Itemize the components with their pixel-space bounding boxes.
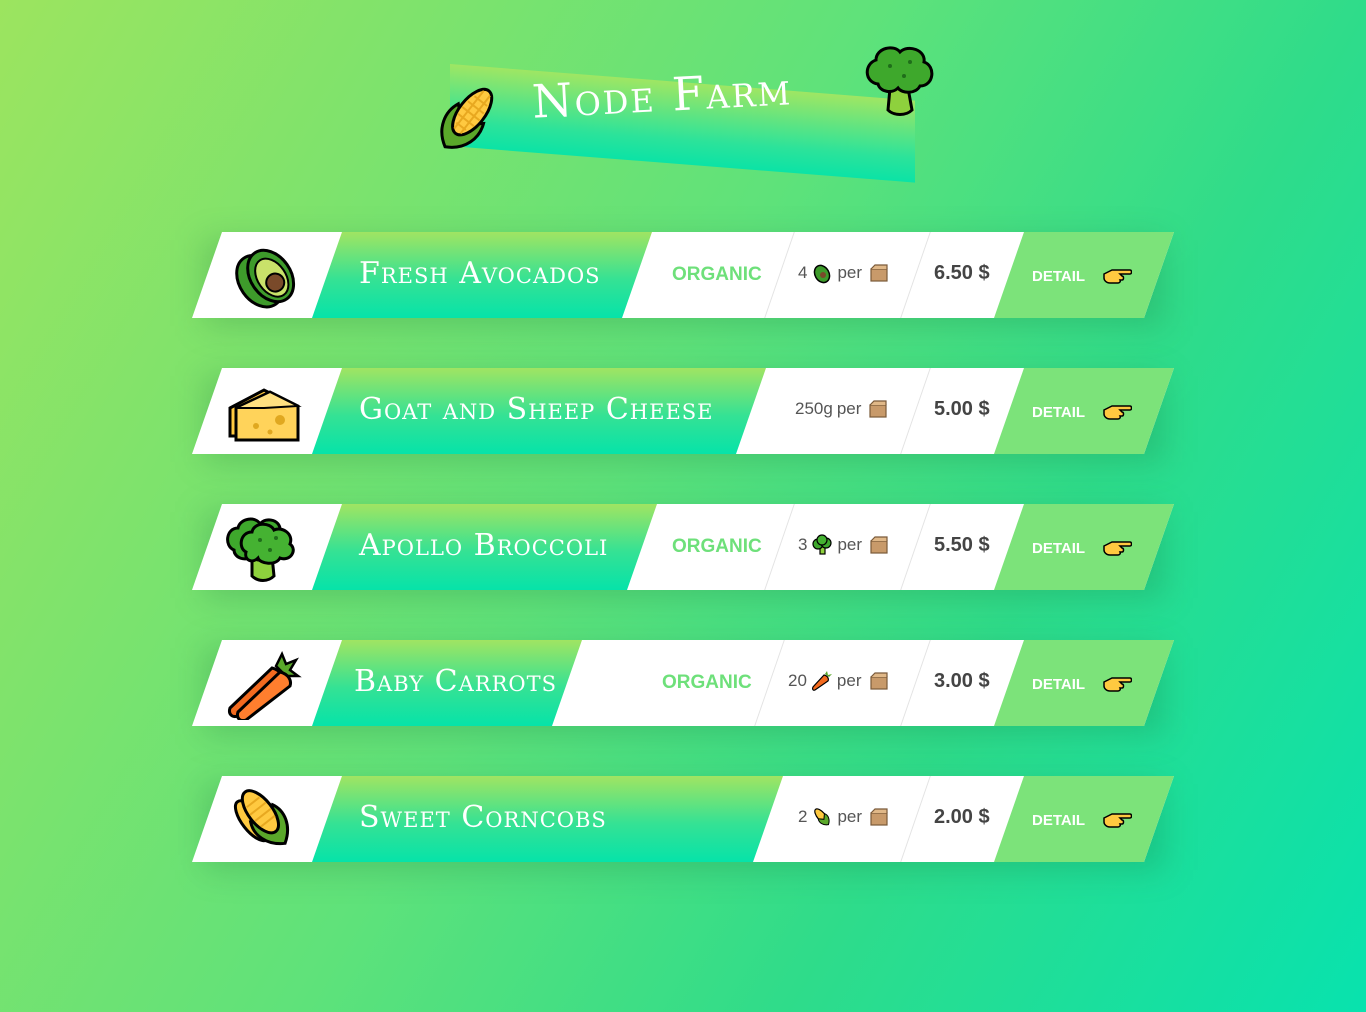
quantity-value: 4 bbox=[798, 263, 808, 282]
price: 2.00 $ bbox=[934, 806, 990, 828]
detail-button[interactable]: DETAIL bbox=[994, 232, 1174, 318]
quantity: 4 per bbox=[798, 262, 890, 284]
broccoli-icon bbox=[226, 517, 295, 582]
per-label: per bbox=[837, 807, 863, 826]
pointing-hand-icon bbox=[1103, 405, 1132, 420]
pointing-hand-icon bbox=[1103, 541, 1132, 556]
quantity-value: 20 bbox=[788, 671, 807, 690]
avocado-icon bbox=[235, 248, 296, 309]
box-icon bbox=[870, 536, 888, 554]
pointing-hand-icon bbox=[1103, 269, 1132, 284]
quantity: 2 per bbox=[798, 806, 890, 828]
box-icon bbox=[869, 672, 888, 690]
product-card: Baby Carrots ORGANIC 20 per 3.00 $ DETAI… bbox=[192, 640, 1174, 734]
quantity-value: 250g bbox=[795, 399, 833, 418]
detail-button[interactable]: DETAIL bbox=[994, 368, 1174, 454]
corn-icon bbox=[440, 87, 494, 149]
pointing-hand-icon bbox=[1103, 677, 1132, 692]
broccoli-icon bbox=[812, 534, 833, 555]
per-label: per bbox=[837, 535, 863, 554]
detail-button[interactable]: DETAIL bbox=[994, 640, 1174, 726]
product-card: Fresh Avocados ORGANIC 4 per 6.50 $ DETA… bbox=[192, 232, 1174, 326]
product-card: Apollo Broccoli ORGANIC 3 per 5.50 $ DET… bbox=[192, 504, 1174, 598]
detail-label: DETAIL bbox=[1032, 268, 1086, 285]
product-name: Apollo Broccoli bbox=[359, 528, 609, 563]
organic-badge: ORGANIC bbox=[662, 672, 752, 693]
detail-label: DETAIL bbox=[1032, 404, 1086, 421]
per-label: per bbox=[836, 671, 862, 690]
price: 5.00 $ bbox=[934, 398, 990, 420]
product-name: Goat and Sheep Cheese bbox=[359, 392, 714, 427]
detail-label: DETAIL bbox=[1032, 676, 1086, 693]
box-icon bbox=[870, 808, 888, 826]
broccoli-icon bbox=[865, 46, 934, 116]
quantity-value: 3 bbox=[798, 535, 808, 554]
quantity: 20 per bbox=[788, 670, 890, 692]
quantity: 250g per bbox=[795, 398, 889, 420]
carrot-icon bbox=[228, 650, 302, 720]
box-icon bbox=[870, 264, 888, 282]
box-icon bbox=[869, 400, 888, 418]
quantity-value: 2 bbox=[798, 807, 808, 826]
price: 3.00 $ bbox=[934, 670, 990, 692]
detail-label: DETAIL bbox=[1032, 812, 1086, 829]
cheese-icon bbox=[228, 388, 302, 442]
product-card: Sweet Corncobs 2 per 2.00 $ DETAIL bbox=[192, 776, 1174, 870]
product-name: Fresh Avocados bbox=[359, 256, 601, 291]
detail-label: DETAIL bbox=[1032, 540, 1086, 557]
quantity: 3 per bbox=[798, 534, 890, 556]
detail-button[interactable]: DETAIL bbox=[994, 504, 1174, 590]
product-name: Baby Carrots bbox=[354, 664, 558, 699]
detail-button[interactable]: DETAIL bbox=[994, 776, 1174, 862]
price: 6.50 $ bbox=[934, 262, 990, 284]
carrot-icon bbox=[811, 671, 832, 691]
organic-badge: ORGANIC bbox=[672, 264, 762, 285]
pointing-hand-icon bbox=[1103, 813, 1132, 828]
price: 5.50 $ bbox=[934, 534, 990, 556]
avocado-icon bbox=[814, 264, 831, 284]
organic-badge: ORGANIC bbox=[672, 536, 762, 557]
corn-icon bbox=[233, 789, 290, 845]
corn-icon bbox=[814, 808, 831, 826]
product-name: Sweet Corncobs bbox=[359, 800, 607, 835]
per-label: per bbox=[836, 399, 862, 418]
product-card: Goat and Sheep Cheese 250g per 5.00 $ DE… bbox=[192, 368, 1174, 462]
per-label: per bbox=[837, 263, 863, 282]
page-header: Node Farm bbox=[420, 40, 960, 183]
